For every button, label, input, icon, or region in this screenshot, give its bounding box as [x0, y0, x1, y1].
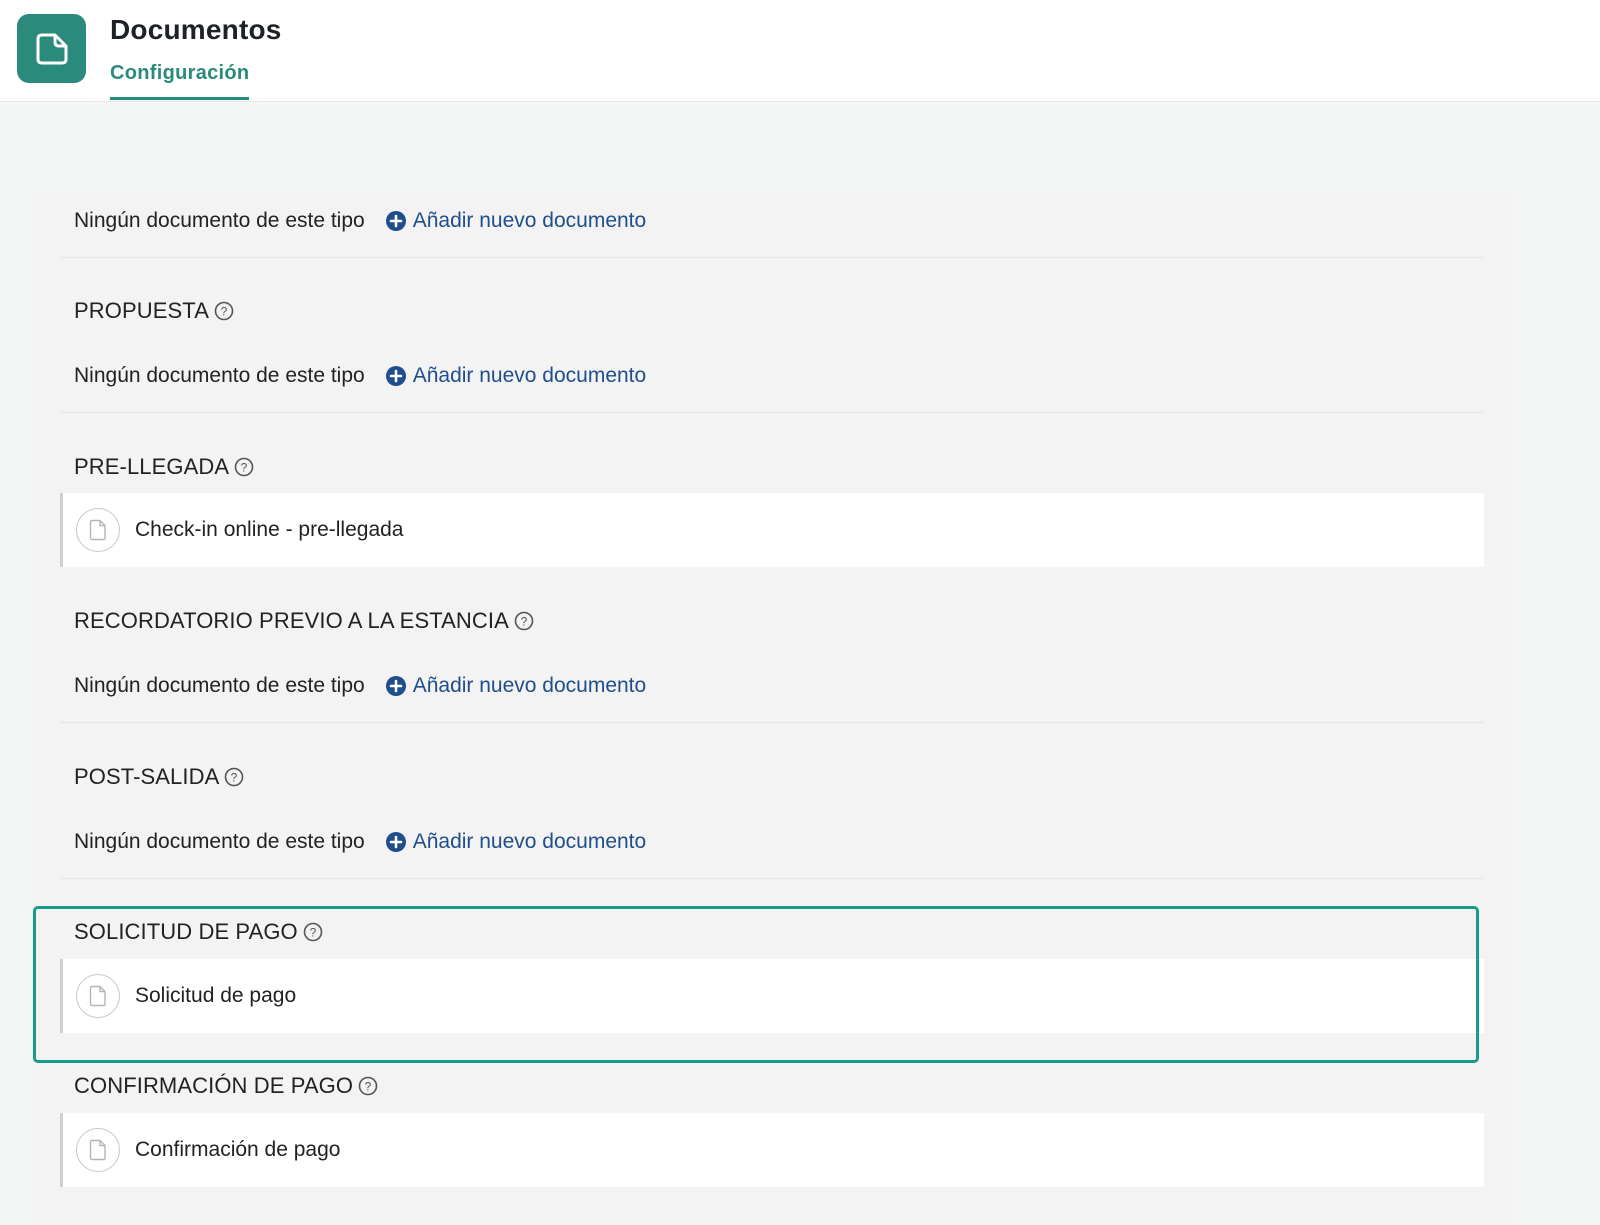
plus-circle-icon: [385, 675, 407, 697]
empty-row: Ningún documento de este tipo Añadir nue…: [60, 649, 1484, 723]
document-label: Check-in online - pre-llegada: [135, 518, 404, 541]
svg-text:?: ?: [309, 926, 316, 940]
svg-text:?: ?: [241, 461, 248, 475]
section-title-text: PRE-LLEGADA: [74, 454, 230, 479]
section-title-text: SOLICITUD DE PAGO: [74, 919, 298, 944]
section-title: POST-SALIDA ?: [74, 764, 244, 790]
document-icon: [76, 508, 120, 552]
document-row[interactable]: Confirmación de pago: [60, 1113, 1484, 1187]
add-document-label: Añadir nuevo documento: [412, 363, 647, 387]
section-title: CONFIRMACIÓN DE PAGO ?: [74, 1073, 378, 1099]
plus-circle-icon: [385, 831, 407, 853]
help-icon[interactable]: ?: [303, 922, 323, 942]
section-title-text: CONFIRMACIÓN DE PAGO: [74, 1073, 354, 1098]
svg-text:?: ?: [520, 615, 527, 629]
empty-row: Ningún documento de este tipo Añadir nue…: [60, 184, 1484, 258]
document-icon: [76, 974, 120, 1018]
document-corner-icon[interactable]: [17, 14, 86, 83]
add-document-label: Añadir nuevo documento: [412, 829, 647, 853]
empty-row: Ningún documento de este tipo Añadir nue…: [60, 805, 1484, 879]
documents-panel: Ningún documento de este tipo Añadir nue…: [32, 193, 1512, 1225]
empty-text: Ningún documento de este tipo: [74, 673, 365, 697]
add-document-label: Añadir nuevo documento: [412, 673, 647, 697]
section-title: PRE-LLEGADA ?: [74, 454, 254, 480]
section-title: RECORDATORIO PREVIO A LA ESTANCIA ?: [74, 608, 534, 634]
svg-text:?: ?: [221, 305, 228, 319]
document-label: Confirmación de pago: [135, 1138, 341, 1161]
app-title: Documentos: [110, 14, 282, 45]
svg-text:?: ?: [365, 1080, 372, 1094]
section-title-text: RECORDATORIO PREVIO A LA ESTANCIA: [74, 608, 509, 633]
plus-circle-icon: [385, 210, 407, 232]
section-title-text: POST-SALIDA: [74, 764, 220, 789]
section-title-text: PROPUESTA: [74, 298, 209, 323]
add-document-link[interactable]: Añadir nuevo documento: [385, 673, 647, 698]
document-row[interactable]: Solicitud de pago: [60, 959, 1484, 1033]
help-icon[interactable]: ?: [358, 1076, 378, 1096]
app-header: Documentos Configuración: [0, 0, 1600, 102]
document-label: Solicitud de pago: [135, 984, 297, 1007]
plus-circle-icon: [385, 365, 407, 387]
section-title: SOLICITUD DE PAGO ?: [74, 919, 323, 945]
empty-text: Ningún documento de este tipo: [74, 829, 365, 853]
add-document-link[interactable]: Añadir nuevo documento: [385, 363, 647, 388]
svg-text:?: ?: [231, 771, 238, 785]
help-icon[interactable]: ?: [224, 767, 244, 787]
section-title: PROPUESTA ?: [74, 298, 234, 324]
add-document-link[interactable]: Añadir nuevo documento: [385, 829, 647, 854]
tab-configuracion[interactable]: Configuración: [110, 62, 250, 100]
empty-text: Ningún documento de este tipo: [74, 208, 365, 232]
empty-text: Ningún documento de este tipo: [74, 363, 365, 387]
document-row[interactable]: Check-in online - pre-llegada: [60, 493, 1484, 567]
add-document-link[interactable]: Añadir nuevo documento: [385, 208, 647, 233]
add-document-label: Añadir nuevo documento: [412, 208, 647, 232]
help-icon[interactable]: ?: [514, 611, 534, 631]
document-icon: [76, 1128, 120, 1172]
empty-row: Ningún documento de este tipo Añadir nue…: [60, 339, 1484, 413]
help-icon[interactable]: ?: [234, 457, 254, 477]
help-icon[interactable]: ?: [214, 301, 234, 321]
